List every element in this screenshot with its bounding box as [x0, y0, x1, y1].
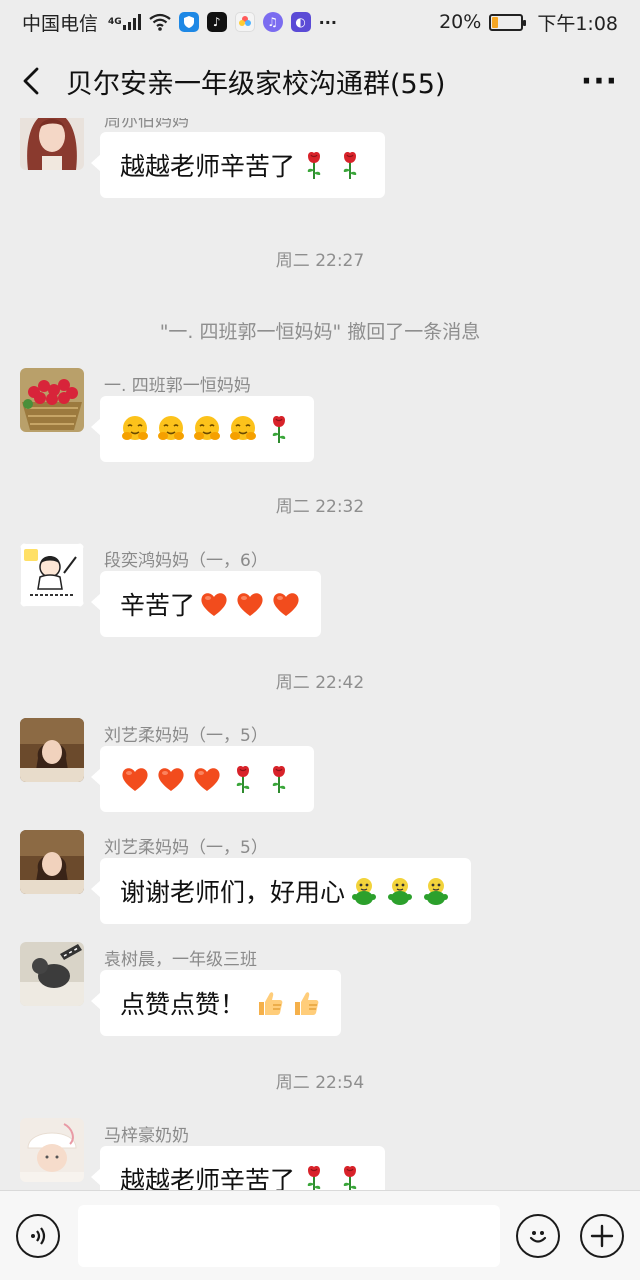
message-bubble[interactable]: 越越老师辛苦了	[90, 1146, 386, 1190]
message-bubble[interactable]	[91, 396, 314, 462]
avatar[interactable]	[20, 830, 84, 894]
thumbs-up-emoji-icon	[255, 988, 285, 1018]
rose-emoji-icon	[228, 764, 258, 794]
hug-emoji-icon	[228, 414, 258, 444]
network-type-icon: 4G	[106, 14, 141, 30]
sender-name: 一. 四班郭一恒妈妈	[104, 376, 251, 396]
voice-icon	[31, 1227, 46, 1245]
timestamp-divider: 周二 22:27	[275, 251, 365, 271]
message-text: 谢谢老师们，好用心	[120, 878, 346, 907]
message-bubble[interactable]: 谢谢老师们，好用心	[90, 858, 472, 924]
voice-button[interactable]	[16, 1214, 60, 1258]
chevron-left-icon	[23, 67, 39, 95]
hug-emoji-icon	[120, 414, 150, 444]
back-button[interactable]	[22, 61, 52, 101]
avatar[interactable]	[20, 1118, 84, 1182]
message-bubble[interactable]: 辛苦了	[90, 571, 322, 637]
message-bubble[interactable]: 点赞点赞！	[90, 970, 342, 1036]
rose-emoji-icon	[264, 764, 294, 794]
recall-notice: "一. 四班郭一恒妈妈" 撤回了一条消息	[159, 321, 481, 343]
rose-emoji-icon	[335, 150, 365, 180]
avatar[interactable]	[20, 718, 84, 782]
wifi-icon	[148, 13, 171, 31]
timestamp-divider: 周二 22:32	[275, 497, 365, 517]
carrier-label: 中国电信	[22, 12, 99, 35]
message-text: 点赞点赞！	[120, 990, 246, 1019]
thumbs-up-emoji-icon	[291, 988, 321, 1018]
rose-emoji-icon	[299, 1164, 329, 1190]
timestamp-divider: 周二 22:54	[275, 1073, 365, 1093]
sender-name: 袁树晨，一年级三班	[104, 950, 257, 970]
plus-icon	[590, 1224, 614, 1248]
heart-emoji-icon	[120, 764, 150, 794]
green-figure-emoji-icon	[349, 876, 379, 906]
rose-emoji-icon	[264, 414, 294, 444]
input-bar	[0, 1190, 640, 1280]
heart-emoji-icon	[156, 764, 186, 794]
rose-emoji-icon	[299, 150, 329, 180]
emoji-face-icon	[529, 1231, 547, 1243]
message-text: 越越老师辛苦了	[120, 152, 296, 181]
shield-app-icon	[178, 12, 199, 32]
green-figure-emoji-icon	[421, 876, 451, 906]
timestamp-divider: 周二 22:42	[275, 673, 365, 693]
heart-emoji-icon	[192, 764, 222, 794]
heart-emoji-icon	[235, 589, 265, 619]
browser-app-icon: ◐	[290, 12, 311, 32]
sender-name: 段奕鸿妈妈（一，6）	[104, 551, 268, 571]
status-bar: 中国电信 4G ♪ ♫ ◐ ··· 20% 下午1:08	[0, 0, 640, 44]
tiktok-app-icon: ♪	[206, 12, 227, 32]
avatar[interactable]	[20, 368, 84, 432]
more-notifications-icon: ···	[318, 12, 337, 32]
avatar[interactable]	[20, 118, 84, 170]
heart-emoji-icon	[271, 589, 301, 619]
network-type-label: 4G	[108, 16, 122, 27]
clock: 下午1:08	[537, 12, 618, 35]
chat-header: 贝尔安亲一年级家校沟通群(55) ···	[0, 44, 640, 118]
sender-name: 刘艺柔妈妈（一，5）	[104, 726, 268, 746]
green-figure-emoji-icon	[385, 876, 415, 906]
avatar[interactable]	[20, 942, 84, 1006]
rose-emoji-icon	[335, 1164, 365, 1190]
hug-emoji-icon	[192, 414, 222, 444]
photos-app-icon	[234, 12, 255, 32]
sender-name: 刘艺柔妈妈（一，5）	[104, 838, 268, 858]
avatar[interactable]	[20, 543, 84, 607]
sender-name: 马梓豪奶奶	[104, 1126, 189, 1146]
battery-icon	[489, 13, 527, 31]
heart-emoji-icon	[199, 589, 229, 619]
ellipsis-icon: ···	[580, 63, 618, 99]
message-text: 辛苦了	[120, 591, 196, 620]
more-actions-button[interactable]	[580, 1214, 624, 1258]
chat-message-list[interactable]: 周亦伯妈妈 越越老师辛苦了 周二 22:27 "一. 四班郭一恒妈妈" 撤回了一…	[0, 118, 640, 1190]
battery-percent: 20%	[439, 11, 482, 33]
emoji-button[interactable]	[516, 1214, 560, 1258]
message-text: 越越老师辛苦了	[120, 1166, 296, 1190]
message-bubble[interactable]	[91, 746, 314, 812]
chat-title: 贝尔安亲一年级家校沟通群(55)	[66, 68, 446, 100]
message-input[interactable]	[78, 1205, 500, 1267]
more-options-button[interactable]: ···	[581, 64, 618, 99]
hug-emoji-icon	[156, 414, 186, 444]
music-app-icon: ♫	[262, 12, 283, 32]
message-bubble[interactable]: 越越老师辛苦了	[90, 132, 386, 198]
signal-icon	[122, 14, 141, 30]
sender-name: 周亦伯妈妈	[104, 118, 189, 131]
